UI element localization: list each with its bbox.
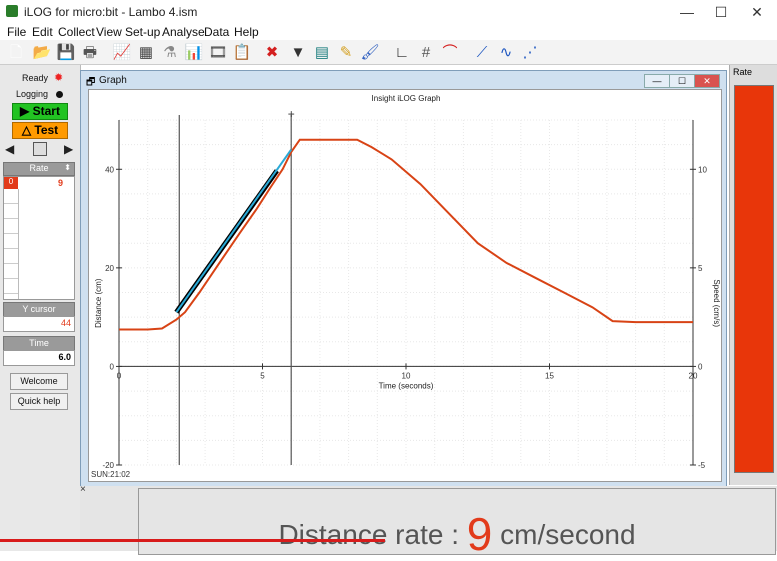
x-tick-label: 5 [260,371,265,380]
time-box: 6.0 [3,350,75,366]
flask-icon[interactable]: ⚗ [160,42,180,62]
report-icon[interactable]: 📋 [232,42,252,62]
distance-rate-caption: Distance rate : 9 cm/second [139,507,775,561]
y2-tick-label: 5 [698,264,703,273]
filter-icon[interactable]: ▼ [288,42,308,62]
x-tick-label: 20 [689,371,698,380]
x-tick-label: 0 [117,371,122,380]
print-icon[interactable]: 🖶 [80,42,100,62]
x-tick-label: 15 [545,371,554,380]
graph-window-title: Graph [99,75,127,86]
layout-icon[interactable]: ▤ [312,42,332,62]
y2-axis-label: Speed (cm/s) [712,279,721,327]
ready-label: Ready [22,73,49,83]
graph-window: 🗗 Graph — ☐ ✕ Insight iLOG Graph 0 5 10 15 20… [80,70,727,487]
next-arrow-icon[interactable]: ▶ [64,142,73,156]
welcome-button[interactable]: Welcome [10,373,68,390]
start-button[interactable]: ▶ Start [12,103,68,120]
table-icon[interactable]: ▦ [136,42,156,62]
prev-arrow-icon[interactable]: ◀ [5,142,14,156]
new-icon[interactable]: 🗋 [6,42,26,62]
test-button[interactable]: △ Test [12,122,68,139]
maximize-button[interactable]: ☐ [704,2,738,22]
close-panel-icon[interactable]: × [80,484,86,495]
graph-icon[interactable]: 📈 [112,42,132,62]
y2-tick-label: 10 [698,165,707,174]
x-tick-label: 10 [402,371,411,380]
ycursor-header: Y cursor [3,302,75,317]
menu-collect[interactable]: Collect [58,25,95,39]
minimize-button[interactable]: — [670,2,704,22]
menu-edit[interactable]: Edit [32,25,53,39]
quick-help-button[interactable]: Quick help [10,393,68,410]
y-axis-label: Distance (cm) [94,278,103,328]
x-axis-label: Time (seconds) [379,381,434,390]
graph-close-button[interactable]: ✕ [694,74,720,88]
rate-header: Rate ⬍ [3,162,75,176]
y2-tick-label: 0 [698,362,703,371]
menu-file[interactable]: File [7,25,26,39]
distance-time-chart[interactable]: Insight iLOG Graph0 5 10 15 20-2002040-50510… [89,90,721,481]
y-tick-label: 40 [105,165,114,174]
control-panel: Ready ✹ Logging ▶ Start △ Test ◀ ▶ Rate … [0,65,81,551]
caption-unit: cm/second [492,519,636,550]
rate-panel-label: Rate [733,67,753,77]
scatter-fit-icon[interactable]: ⋰ [520,42,540,62]
open-icon[interactable]: 📂 [32,42,52,62]
time-header: Time [3,336,75,351]
progress-underline [0,539,385,542]
sort-icon[interactable]: ⬍ [64,163,71,172]
rate-channel-cell[interactable]: 0 [4,177,18,189]
toolbar: 🗋 📂 💾 🖶 📈 ▦ ⚗ 📊 🎞 📋 ✖ ▼ ▤ ✎ 🖌 ∟ # ⌒ ⟋ ∿ ⋰ [0,40,777,65]
tangent-line [175,148,293,313]
menu-data[interactable]: Data [204,25,229,39]
ycursor-box: 44 [3,316,75,332]
rate-bar [734,85,774,473]
crosshair-icon: + [288,107,295,121]
logging-indicator-icon [56,91,63,98]
curve-icon[interactable]: ⌒ [440,42,460,62]
close-button[interactable]: ✕ [740,2,774,22]
bar-chart-icon[interactable]: 📊 [184,42,204,62]
time-value: 6.0 [58,352,71,362]
rate-list: 0 9 [3,176,75,300]
menu-setup[interactable]: Set-up [125,25,160,39]
ycursor-value: 44 [60,318,71,328]
line-fit-icon[interactable]: ⟋ [472,42,492,62]
status-text: SUN:21:02 [91,470,131,479]
y-tick-label: 0 [110,362,115,371]
y2-tick-label: -5 [698,461,706,470]
brush-icon[interactable]: 🖌 [360,42,380,62]
menu-view[interactable]: View [96,25,122,39]
save-icon[interactable]: 💾 [56,42,76,62]
rate-value: 9 [58,178,64,188]
y-tick-label: 20 [105,264,114,273]
pencil-icon[interactable]: ✎ [336,42,356,62]
logging-label: Logging [16,89,49,99]
chart-title: Insight iLOG Graph [372,94,441,103]
caption-box: Distance rate : 9 cm/second [138,488,776,560]
stop-square-icon[interactable] [33,142,47,156]
window-title: iLOG for micro:bit - Lambo 4.ism [24,5,198,19]
graph-minimize-button[interactable]: — [644,74,670,88]
menu-help[interactable]: Help [234,25,259,39]
menu-analyse[interactable]: Analyse [162,25,205,39]
curve-fit-icon[interactable]: ∿ [496,42,516,62]
ready-indicator-icon: ✹ [54,72,64,84]
menu-bar: File Edit Collect View Set-up Analyse Da… [0,24,777,40]
y-tick-label: -20 [102,461,114,470]
delete-icon[interactable]: ✖ [262,42,282,62]
rate-rows [4,189,19,299]
caption-value: 9 [466,508,493,560]
plot-area[interactable]: Insight iLOG Graph 0 5 10 15 20 -20 0 20 40 -5 0 5 10… [88,89,722,482]
film-icon[interactable]: 🎞 [208,42,228,62]
title-bar: iLOG for micro:bit - Lambo 4.ism — ☐ ✕ [0,0,777,24]
rate-header-label: Rate [29,163,49,173]
caption-prefix: Distance rate : [278,519,467,550]
rate-panel: Rate [729,65,777,485]
grid-icon[interactable]: # [416,42,436,62]
graph-maximize-button[interactable]: ☐ [669,74,695,88]
axes-icon[interactable]: ∟ [392,42,412,62]
app-icon [6,5,18,17]
